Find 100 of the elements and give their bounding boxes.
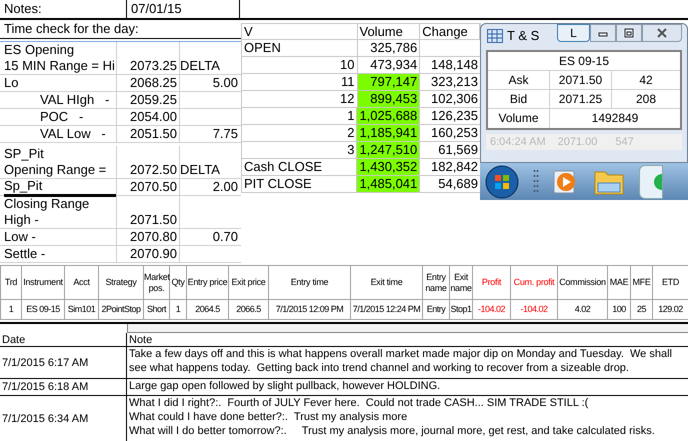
table-cell: -104.02 [510,300,558,320]
note-text: What will I do better tomorrow?:. Trust my analysis more, journal more, get rest, and take calculated risks. [129,424,656,438]
note-text: What I did I right?:. Fourth of JULY Fever here. Could not trade CASH... SIM TRADE STILL :( [129,396,590,410]
cell-text: Low - [4,229,37,245]
cell-text: VAL HIgh - [40,92,110,108]
table-cell: 325,786 [358,40,420,56]
table-cell: 1,025,688 [357,108,420,124]
table-cell-text: 126,235 [430,108,479,124]
column-header: Acct [64,266,98,300]
app-icon [652,174,662,190]
table-cell-text: 102,306 [430,91,479,107]
table-cell: 1 [170,300,186,320]
cell-text: SP_Pit [4,146,45,162]
cell-text: 5.00 [212,75,238,91]
column-header: Profit [472,266,510,300]
cell-text: 2072.50 [130,162,177,178]
table-cell: 1 [0,300,22,320]
column-header: Trd [0,266,22,300]
cell-text: DELTA [180,58,220,74]
table-cell: 2071.25 [550,90,612,108]
table-cell: 7/1/2015 12:24 PM [350,300,422,320]
trade-price: 2071.00 [558,135,598,150]
cell-text: 2054.00 [130,109,177,125]
cell-text: DELTA [180,162,220,178]
cell-text: 2070.90 [130,246,177,262]
table-cell-text: 323,213 [430,74,479,90]
table-cell: Ask [488,71,550,89]
cell-text: ES Opening [4,42,76,58]
table-cell: 473,934 [358,57,420,73]
column-header: Strategy [98,266,144,300]
column-header: Exit price [228,266,268,300]
table-cell-text: 182,842 [430,159,479,175]
note-text: What could I have done better?:. Trust my analysis more [129,410,408,424]
table-cell: 2066.5 [228,300,268,320]
cell-text: 2073.25 [130,58,177,74]
table-cell: 1,485,041 [357,176,420,192]
cell-text: VAL Low - [40,126,107,142]
close-button[interactable] [642,24,682,42]
table-cell: 7/1/2015 12:09 PM [268,300,350,320]
cell-text: Settle - [4,246,46,262]
column-header: Volume [358,24,420,39]
table-cell: -104.02 [472,300,510,320]
date-cell: 7/1/2015 6:34 AM [2,412,88,426]
table-cell-text: 208 [634,91,658,108]
table-cell-text: 160,253 [430,125,479,141]
table-cell: 25 [630,300,652,320]
maximize-button[interactable] [616,24,642,42]
table-cell: Short [144,300,170,320]
window-title: T & S [507,27,540,46]
table-cell: 100 [608,300,630,320]
link-button[interactable]: L [557,24,590,42]
column-header: Instrument [22,266,64,300]
column-header: Entry time [268,266,350,300]
grid-icon [487,29,503,43]
cell-text: 2068.25 [130,75,177,91]
column-header: Date [0,333,127,346]
cell-text: 15 MIN Range = Hi [4,58,116,74]
cell-text: 2.00 [212,179,238,195]
column-header: Exit name [450,266,472,300]
table-cell-text: 42 [638,72,654,89]
cell-text: 7.75 [212,126,238,142]
cell-text: Closing Range [4,196,90,212]
table-cell: 797,147 [358,74,420,90]
column-header: Note [128,333,154,346]
cell-text: 2070.80 [130,229,177,245]
table-cell: Stop1 [450,300,472,320]
column-header: Commission [558,266,608,300]
cell-text: 2051.50 [130,126,177,142]
cell-text: Opening Range = [4,162,108,178]
table-cell: OPEN [242,40,358,56]
table-cell: Volume [488,109,550,128]
table-cell-text: 54,689 [437,176,479,192]
start-orb-icon[interactable] [485,164,519,198]
trade-time: 6:04:24 AM [490,135,546,150]
cell-text: 0.70 [212,229,238,245]
table-cell: 899,453 [358,91,420,107]
cell-text: 2059.25 [130,92,177,108]
cell-text: 2070.50 [130,179,177,195]
cell-text: Sp_Pit [4,178,116,197]
date-cell: 07/01/15 [127,0,240,18]
cell-text: 2071.50 [130,212,177,228]
table-cell: 1,430,352 [357,159,420,175]
trade-size: 547 [615,135,634,150]
date-cell: 7/1/2015 6:18 AM [2,380,88,394]
column-header: Cum. profit [510,266,558,300]
restore-icon [622,27,636,39]
date-cell: 7/1/2015 6:17 AM [2,356,88,370]
cell-text: High - [4,212,40,228]
table-cell-text: 1492849 [590,110,640,127]
table-cell: 4.02 [558,300,608,320]
table-cell-text: 148,148 [430,57,479,73]
minimize-button[interactable] [590,24,616,42]
table-cell: 2064.5 [186,300,228,320]
cell-text: Lo [4,75,20,91]
table-cell: 2071.50 [550,71,612,89]
column-header: ETD [652,266,688,300]
column-header: Entry price [186,266,228,300]
column-header: Exit time [350,266,422,300]
column-header: MFE [630,266,652,300]
cell-text: POC - [40,109,84,125]
